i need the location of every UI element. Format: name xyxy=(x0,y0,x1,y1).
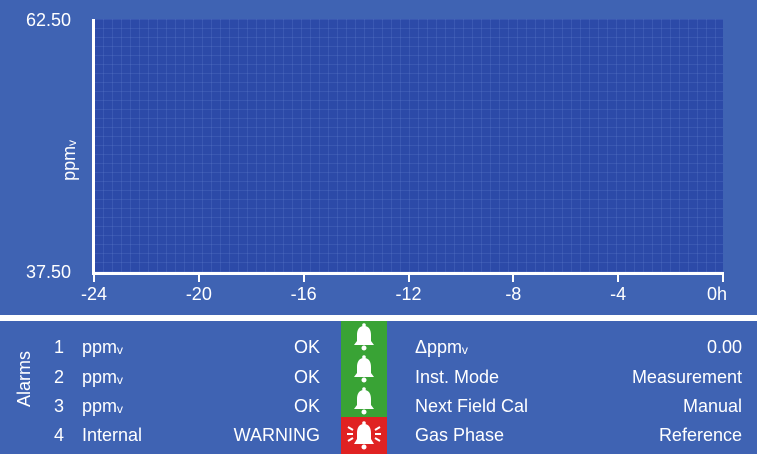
y-max-label: 62.50 xyxy=(26,10,72,30)
plot-area xyxy=(94,19,723,273)
x-tick-label: -20 xyxy=(185,284,212,304)
x-tick-mark xyxy=(407,272,410,282)
alarm-label: ppmᵥ xyxy=(82,396,123,416)
alarm-status: OK xyxy=(293,396,320,416)
x-tick-mark xyxy=(722,272,724,282)
chart-panel: 62.50 37.50 ppmᵥ -24 -20 -16 -12 -8 -4 0h xyxy=(0,0,757,315)
info-label-delta-ppm: Δppmᵥ xyxy=(415,337,468,357)
x-tick-mark xyxy=(302,272,305,282)
info-value-next-field-cal: Manual xyxy=(682,396,742,416)
x-tick-mark xyxy=(617,272,620,282)
x-tick-mark xyxy=(512,272,515,282)
x-tick-label: -4 xyxy=(610,284,627,304)
info-value-inst-mode: Measurement xyxy=(631,367,742,387)
alarm-4-indicator[interactable] xyxy=(341,417,387,454)
alarm-2-indicator[interactable] xyxy=(341,353,387,385)
ringing-bell-icon xyxy=(347,421,381,450)
info-label-gas-phase: Gas Phase xyxy=(415,425,505,445)
bell-icon xyxy=(354,323,374,351)
x-tick-label: 0h xyxy=(706,284,728,304)
info-value-delta-ppm: 0.00 xyxy=(706,337,742,357)
bell-icon xyxy=(354,387,374,415)
x-tick-mark xyxy=(197,272,200,282)
alarm-label: Internal xyxy=(82,425,143,445)
x-tick-label: -8 xyxy=(505,284,522,304)
alarm-3-indicator[interactable] xyxy=(341,385,387,417)
x-tick-mark xyxy=(93,272,95,282)
alarm-status: OK xyxy=(293,367,320,387)
x-tick-label: -16 xyxy=(290,284,317,304)
alarm-status: OK xyxy=(293,337,320,357)
alarms-title: Alarms xyxy=(14,351,35,407)
alarm-number: 2 xyxy=(54,367,65,387)
alarm-label: ppmᵥ xyxy=(82,337,123,357)
y-axis-label: ppmᵥ xyxy=(58,140,79,181)
alarm-1-indicator[interactable] xyxy=(341,321,387,353)
alarm-number: 1 xyxy=(54,337,65,357)
x-tick-label: -24 xyxy=(80,284,107,304)
bell-icon xyxy=(354,355,374,383)
info-label-inst-mode: Inst. Mode xyxy=(415,367,500,387)
alarm-status: WARNING xyxy=(233,425,320,445)
y-axis-line xyxy=(92,19,95,275)
status-panel: Alarms 1 ppmᵥ OK 2 ppmᵥ OK 3 ppmᵥ OK 4 I… xyxy=(0,321,757,454)
info-label-next-field-cal: Next Field Cal xyxy=(415,396,529,416)
y-min-label: 37.50 xyxy=(26,262,72,282)
x-tick-label: -12 xyxy=(395,284,422,304)
alarm-number: 3 xyxy=(54,396,65,416)
info-value-gas-phase: Reference xyxy=(658,425,742,445)
alarm-label: ppmᵥ xyxy=(82,367,123,387)
alarm-number: 4 xyxy=(54,425,65,445)
alarms-title-text: Alarms xyxy=(14,350,34,407)
